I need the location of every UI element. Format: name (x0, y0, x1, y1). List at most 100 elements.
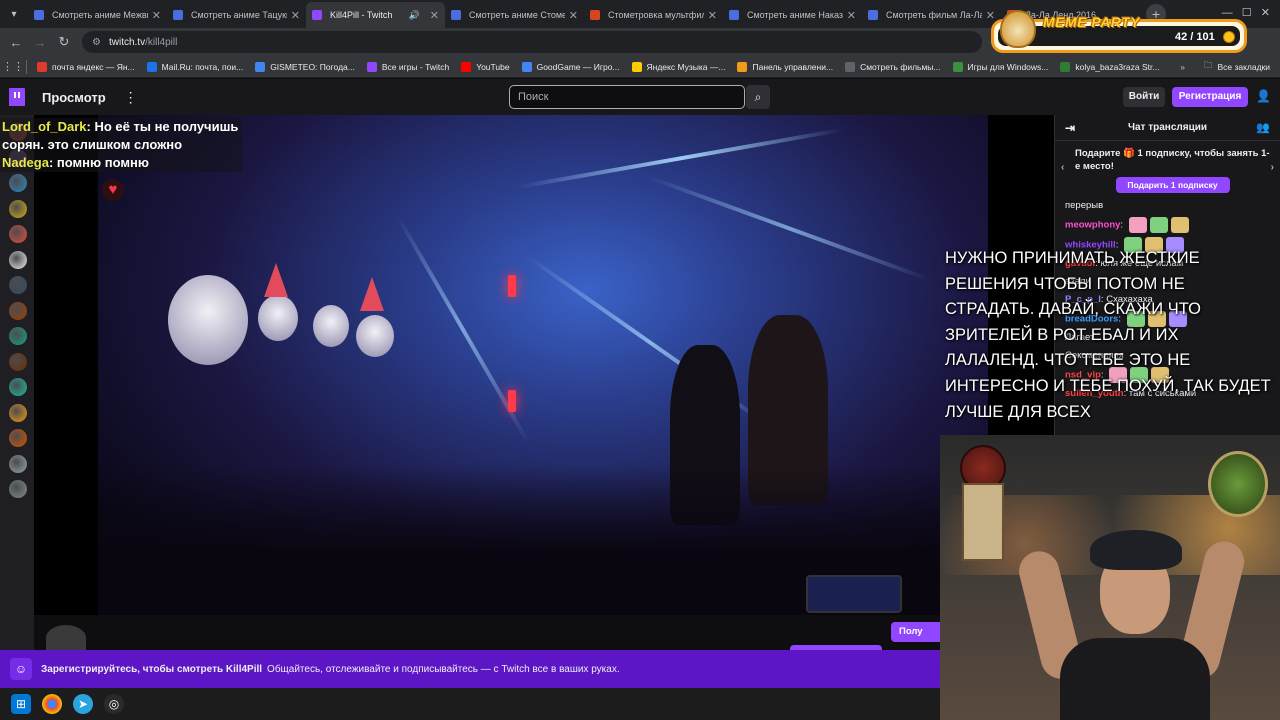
bookmark-item[interactable]: GoodGame — Игро... (521, 61, 620, 72)
bookmark-favicon-icon (845, 61, 856, 72)
site-info-icon[interactable]: ⚙ (92, 37, 101, 48)
streamer-avatar[interactable] (46, 625, 86, 651)
browser-tab[interactable]: Смотреть аниме Межвид ✕ (28, 2, 167, 28)
bookmark-favicon-icon (737, 61, 748, 72)
bookmark-item[interactable]: почта яндекс — Ян... (37, 61, 135, 72)
channel-avatar[interactable] (9, 276, 27, 294)
bookmark-favicon-icon (1060, 61, 1071, 72)
window-controls[interactable]: — ☐ ✕ (1222, 6, 1270, 19)
chat-colon: : (1120, 219, 1126, 231)
search-icon[interactable]: ⌕ (746, 85, 770, 109)
overlay-chat-text: сорян. это слишком сложно (2, 137, 183, 152)
bookmark-favicon-icon (521, 61, 532, 72)
bookmarks-overflow-icon[interactable]: » (1180, 62, 1185, 72)
telegram-icon[interactable]: ➤ (73, 694, 93, 714)
speaker-icon[interactable]: 🔊 (409, 10, 420, 21)
clown-face (356, 315, 394, 357)
browser-tab[interactable]: Смотреть аниме Стометр ✕ (445, 2, 584, 28)
bookmark-label: Смотреть фильмы... (860, 61, 941, 72)
signup-button[interactable]: Регистрация (1172, 87, 1248, 107)
gift-text: Подарите 🎁 1 подписку, чтобы занять 1-е … (1075, 148, 1270, 172)
browser-tab[interactable]: Kill4Pill - Twitch 🔊 ✕ (306, 2, 445, 28)
channel-avatar[interactable] (9, 199, 27, 218)
channel-avatar[interactable] (9, 378, 27, 396)
signup-banner[interactable]: ☺ Зарегистрируйтесь, чтобы смотреть Kill… (0, 650, 940, 688)
folder-icon: 🗀 (1203, 59, 1213, 70)
channel-avatar[interactable] (9, 429, 27, 447)
clown-hat (360, 277, 384, 311)
user-icon[interactable]: 👤 (1256, 89, 1271, 105)
bookmark-item[interactable]: kolya_baza3raza Str... (1060, 61, 1160, 72)
channel-avatar[interactable] (9, 225, 27, 243)
subscribe-button[interactable]: Полу (891, 622, 940, 642)
browse-link[interactable]: Просмотр (42, 90, 106, 105)
tab-favicon-icon (173, 10, 183, 20)
chevron-right-icon[interactable]: › (1271, 161, 1274, 174)
bookmark-item[interactable]: Смотреть фильмы... (845, 61, 941, 72)
channel-avatar[interactable] (9, 480, 27, 498)
channel-avatar[interactable] (9, 454, 27, 473)
channel-avatar[interactable] (9, 174, 27, 192)
url-path: /kill4pill (145, 36, 178, 48)
wall-scroll (962, 483, 1004, 561)
bookmark-label: kolya_baza3raza Str... (1075, 61, 1160, 72)
close-tab-icon[interactable]: ✕ (291, 9, 300, 22)
back-arrow-icon[interactable]: ← (4, 35, 28, 50)
browser-tab[interactable]: Смотреть аниме Тацуки ✕ (167, 2, 306, 28)
more-menu-icon[interactable]: ⋮ (124, 89, 138, 106)
bookmark-favicon-icon (952, 61, 963, 72)
channel-avatar[interactable] (9, 327, 27, 345)
chrome-icon[interactable] (42, 694, 62, 714)
apps-grid-icon[interactable]: ⋮⋮ (0, 60, 26, 73)
channel-avatar[interactable] (9, 301, 27, 320)
twitch-logo-icon[interactable] (9, 88, 25, 106)
close-tab-icon[interactable]: ✕ (152, 9, 161, 22)
url-field[interactable]: ⚙ twitch.tv/kill4pill (82, 31, 982, 53)
all-bookmarks-label: Все закладки (1217, 61, 1270, 72)
search-input[interactable]: Поиск (509, 85, 745, 109)
channel-avatar[interactable] (9, 403, 27, 422)
overlay-chat: Lord_of_Dark: Но её ты не получишь сорян.… (0, 118, 243, 172)
bookmark-item[interactable]: Панель управлени... (737, 61, 833, 72)
gift-leaderboard: ‹ Подарите 🎁 1 подписку, чтобы занять 1-… (1055, 141, 1280, 197)
bookmark-separator (26, 59, 27, 74)
followed-channels-rail (0, 115, 34, 650)
bookmark-item[interactable]: GISMETEO: Погода... (255, 61, 355, 72)
stage-light-beam (517, 127, 844, 189)
bookmark-favicon-icon (366, 61, 377, 72)
meme-title: MEME PARTY (1043, 14, 1141, 30)
collapse-chat-icon[interactable]: ⇥ (1065, 121, 1075, 135)
login-button[interactable]: Войти (1123, 87, 1165, 107)
gift-sub-button[interactable]: Подарить 1 подписку (1115, 177, 1230, 193)
channel-avatar[interactable] (9, 250, 27, 269)
community-icon[interactable]: 👥 (1256, 121, 1270, 134)
chat-username[interactable]: meowphony (1065, 220, 1120, 231)
all-bookmarks-button[interactable]: 🗀 Все закладки (1204, 60, 1270, 74)
bookmark-item[interactable]: Игры для Windows... (952, 61, 1048, 72)
forward-arrow-icon[interactable]: → (28, 35, 52, 50)
close-tab-icon[interactable]: ✕ (430, 9, 439, 22)
reload-icon[interactable]: ↻ (52, 34, 76, 50)
close-tab-icon[interactable]: ✕ (708, 9, 717, 22)
browser-tab[interactable]: Смотреть аниме Наказан ✕ (723, 2, 862, 28)
bookmark-item[interactable]: YouTube (461, 61, 510, 72)
close-tab-icon[interactable]: ✕ (847, 9, 856, 22)
stream-video-frame[interactable] (98, 115, 988, 615)
bookmark-item[interactable]: Все игры - Twitch (366, 61, 449, 72)
windows-start-icon[interactable]: ⊞ (11, 694, 31, 714)
tab-search-chevron-icon[interactable]: ▾ (0, 0, 28, 28)
streamer-webcam (940, 435, 1280, 720)
streamer (1014, 530, 1249, 720)
browser-tab[interactable]: Стометровка мультфиль ✕ (584, 2, 723, 28)
close-tab-icon[interactable]: ✕ (569, 9, 578, 22)
chevron-left-icon[interactable]: ‹ (1061, 161, 1064, 174)
bookmark-item[interactable]: Mail.Ru: почта, пои... (146, 61, 243, 72)
close-tab-icon[interactable]: ✕ (986, 9, 995, 22)
obs-icon[interactable]: ◎ (104, 694, 124, 714)
clown-face (313, 305, 349, 347)
bookmark-item[interactable]: Яндекс Музыка —... (631, 61, 725, 72)
overlay-chat-line: Nadega: помню помню (0, 154, 243, 172)
browser-tab[interactable]: Смотреть фильм Ла-Ла Л ✕ (862, 2, 1001, 28)
channel-avatar[interactable] (9, 352, 27, 371)
bookmark-label: GISMETEO: Погода... (270, 61, 355, 72)
